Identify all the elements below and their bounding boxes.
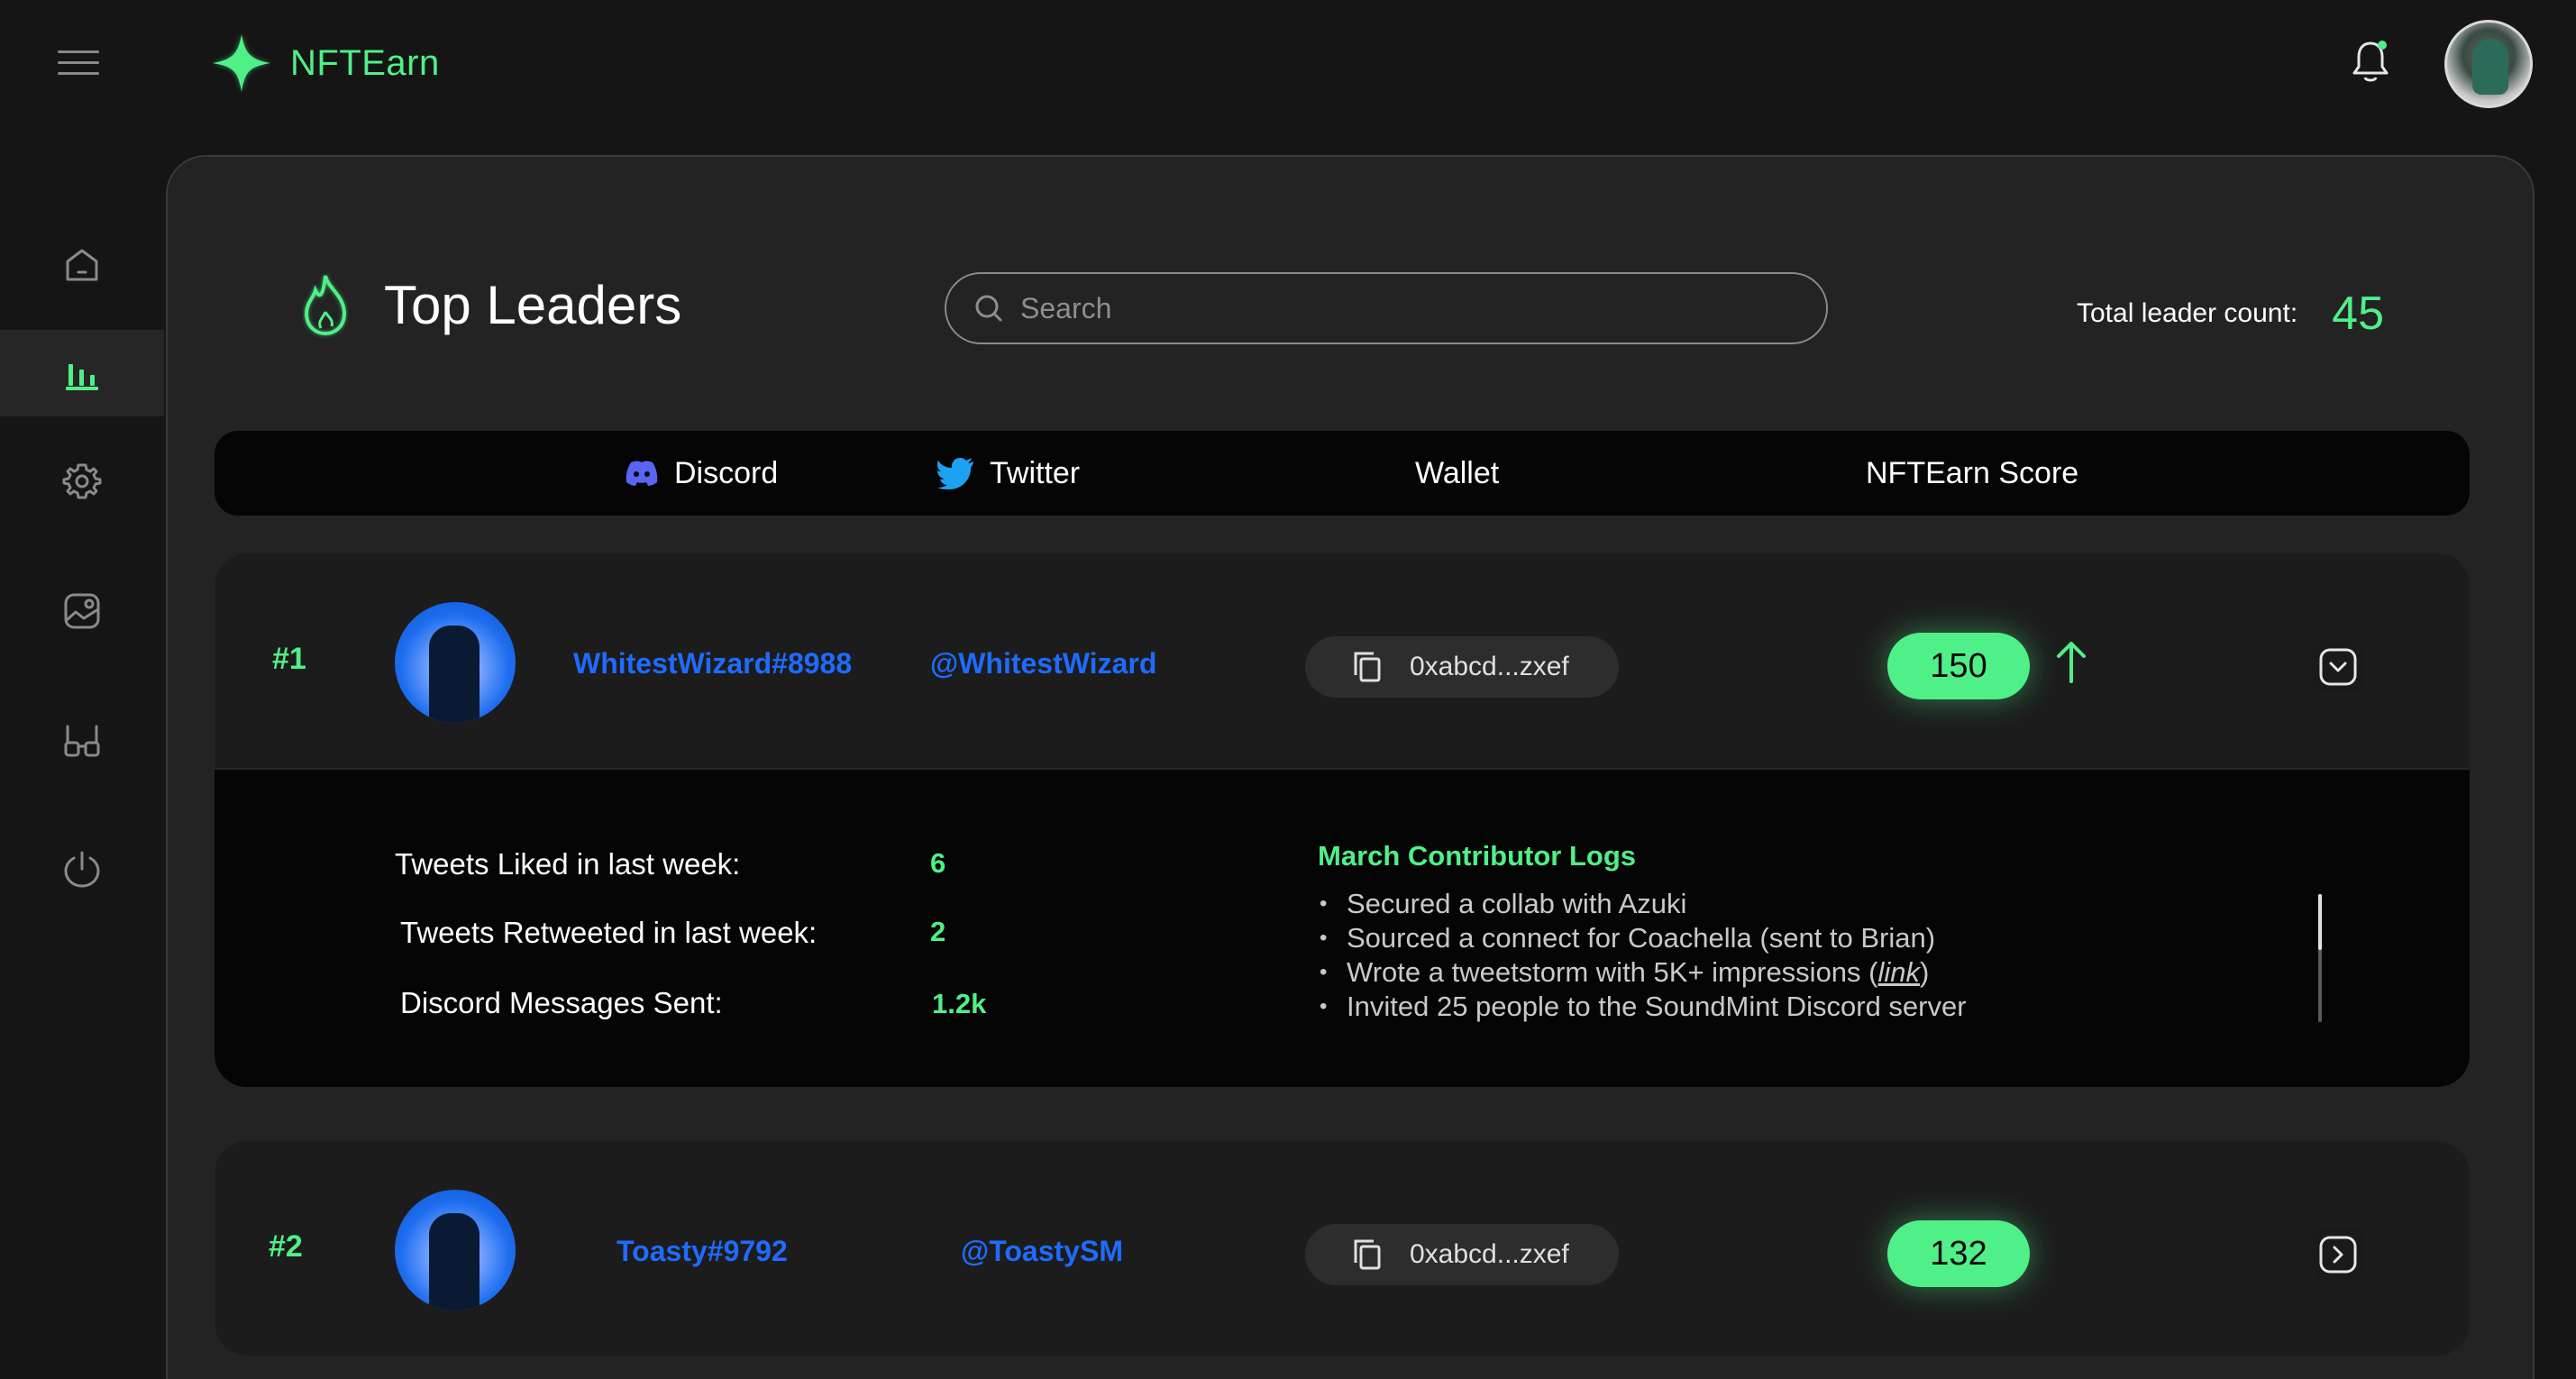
leader-discord-name[interactable]: Toasty#9792 bbox=[617, 1235, 788, 1268]
log-item: Sourced a connect for Coachella (sent to… bbox=[1320, 921, 1967, 955]
column-discord: Discord bbox=[624, 431, 778, 516]
image-icon bbox=[64, 593, 100, 629]
wallet-address: 0xabcd...zxef bbox=[1410, 1239, 1569, 1269]
leader-score: 132 bbox=[1887, 1220, 2030, 1287]
sidebar-item-settings[interactable] bbox=[0, 438, 164, 525]
hamburger-menu-button[interactable] bbox=[58, 50, 99, 78]
home-icon bbox=[66, 249, 98, 281]
leader-avatar bbox=[395, 1190, 516, 1311]
page-title: Top Leaders bbox=[384, 274, 682, 335]
total-leader-count: Total leader count: 45 bbox=[2077, 287, 2384, 341]
stat-value: 1.2k bbox=[932, 988, 987, 1019]
log-link[interactable]: link bbox=[1878, 956, 1921, 988]
stat-label: Discord Messages Sent: bbox=[400, 986, 723, 1019]
collapse-button[interactable] bbox=[2311, 640, 2365, 694]
total-leader-value: 45 bbox=[2332, 288, 2384, 340]
leader-details: Tweets Liked in last week: 6 Tweets Retw… bbox=[215, 768, 2470, 1087]
copy-icon bbox=[1354, 1239, 1381, 1270]
leader-rank: #1 bbox=[272, 642, 306, 676]
stat-label: Tweets Retweeted in last week: bbox=[400, 916, 818, 949]
glasses-icon bbox=[64, 725, 100, 757]
sidebar-item-gallery[interactable] bbox=[0, 568, 164, 654]
search-icon bbox=[975, 295, 1002, 322]
wallet-copy-button[interactable]: 0xabcd...zxef bbox=[1305, 636, 1619, 698]
wallet-copy-button[interactable]: 0xabcd...zxef bbox=[1305, 1224, 1619, 1285]
column-twitter-label: Twitter bbox=[990, 455, 1081, 490]
wallet-address: 0xabcd...zxef bbox=[1410, 652, 1569, 681]
logs-title: March Contributor Logs bbox=[1318, 840, 1637, 872]
leader-score: 150 bbox=[1887, 633, 2030, 699]
app-name: NFTEarn bbox=[290, 42, 440, 83]
bell-icon bbox=[2352, 41, 2389, 82]
leader-avatar bbox=[395, 602, 516, 723]
sidebar-item-logout[interactable] bbox=[0, 826, 164, 912]
column-score: NFTEarn Score bbox=[1866, 431, 2078, 516]
page-header: Top Leaders bbox=[296, 270, 681, 339]
table-header: Discord Twitter Wallet NFTEarn Score bbox=[215, 431, 2470, 516]
arrow-up-icon bbox=[2057, 642, 2086, 683]
user-avatar[interactable] bbox=[2444, 20, 2533, 108]
stat-value: 2 bbox=[930, 916, 946, 947]
logs-scrollbar-thumb[interactable] bbox=[2318, 894, 2322, 950]
column-wallet-label: Wallet bbox=[1415, 455, 1500, 490]
gear-icon bbox=[62, 463, 102, 499]
leader-row: #2 Toasty#9792 @ToastySM 0xabcd...zxef 1… bbox=[215, 1141, 2470, 1356]
column-score-label: NFTEarn Score bbox=[1866, 455, 2079, 490]
notifications-button[interactable] bbox=[2351, 38, 2390, 85]
app-logo[interactable]: NFTEarn bbox=[209, 31, 440, 96]
column-wallet: Wallet bbox=[1415, 431, 1499, 516]
log-item: Secured a collab with Azuki bbox=[1320, 887, 1967, 921]
sidebar-item-home[interactable] bbox=[0, 222, 164, 308]
power-icon bbox=[64, 851, 100, 888]
contributor-logs: Secured a collab with Azuki Sourced a co… bbox=[1320, 887, 1967, 1024]
leader-twitter-handle[interactable]: @WhitestWizard bbox=[930, 647, 1156, 680]
leader-row: #1 WhitestWizard#8988 @WhitestWizard 0xa… bbox=[215, 553, 2470, 1087]
bar-chart-icon bbox=[66, 364, 98, 390]
chevron-down-icon bbox=[2319, 648, 2357, 686]
total-leader-label: Total leader count: bbox=[2077, 298, 2298, 328]
leader-discord-name[interactable]: WhitestWizard#8988 bbox=[573, 647, 852, 680]
twitter-icon bbox=[937, 458, 973, 489]
stat-value: 6 bbox=[930, 847, 946, 879]
search-input[interactable] bbox=[1020, 291, 1813, 325]
leader-rank: #2 bbox=[269, 1229, 303, 1264]
stat-label: Tweets Liked in last week: bbox=[395, 847, 741, 881]
column-discord-label: Discord bbox=[674, 455, 779, 490]
flame-icon bbox=[304, 275, 347, 336]
leader-twitter-handle[interactable]: @ToastySM bbox=[961, 1235, 1123, 1268]
search-box[interactable] bbox=[945, 272, 1828, 344]
hamburger-icon bbox=[58, 50, 99, 53]
expand-button[interactable] bbox=[2311, 1228, 2365, 1282]
sidebar-item-leaderboard[interactable] bbox=[0, 330, 164, 416]
leader-row-summary[interactable]: #1 WhitestWizard#8988 @WhitestWizard 0xa… bbox=[215, 553, 2470, 768]
discord-icon bbox=[626, 461, 658, 486]
sidebar-item-vr[interactable] bbox=[0, 698, 164, 784]
column-twitter: Twitter bbox=[937, 431, 1080, 516]
chevron-right-icon bbox=[2319, 1236, 2357, 1274]
leader-row-summary[interactable]: #2 Toasty#9792 @ToastySM 0xabcd...zxef 1… bbox=[215, 1141, 2470, 1356]
log-item: Wrote a tweetstorm with 5K+ impressions … bbox=[1320, 955, 1967, 990]
sparkle-star-icon bbox=[213, 34, 270, 92]
log-item: Invited 25 people to the SoundMint Disco… bbox=[1320, 990, 1967, 1024]
copy-icon bbox=[1354, 652, 1381, 682]
